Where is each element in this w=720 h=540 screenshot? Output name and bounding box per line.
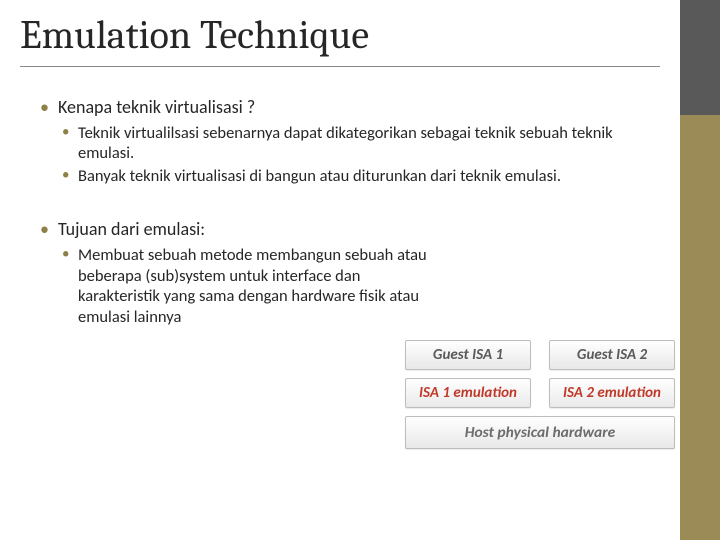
section2-heading: Tujuan dari emulasi: <box>58 218 205 240</box>
section2-item-0: Membuat sebuah metode membangun sebuah a… <box>78 245 427 327</box>
side-accent-stripe <box>680 0 720 540</box>
title-underline <box>20 66 660 67</box>
bullet-level1: Kenapa teknik virtualisasi ? <box>40 96 660 119</box>
bullet-level2: Membuat sebuah metode membangun sebuah a… <box>40 245 428 328</box>
slide-title: Emulation Technique <box>20 12 369 58</box>
diagram-box-guest-isa-1: Guest ISA 1 <box>405 340 531 370</box>
diagram-box-isa-2-emulation: ISA 2 emulation <box>549 378 675 408</box>
bullet-level2: Banyak teknik virtualisasi di bangun ata… <box>40 166 660 187</box>
diagram-box-isa-1-emulation: ISA 1 emulation <box>405 378 531 408</box>
section1-item-1: Banyak teknik virtualisasi di bangun ata… <box>78 166 561 186</box>
section1-item-0: Teknik virtualilsasi sebenarnya dapat di… <box>78 123 613 164</box>
isa-emulation-diagram: Guest ISA 1 Guest ISA 2 ISA 1 emulation … <box>405 340 675 449</box>
bullet-level1: Tujuan dari emulasi: <box>40 218 660 241</box>
slide-body: Kenapa teknik virtualisasi ? Teknik virt… <box>40 96 660 339</box>
section1-heading: Kenapa teknik virtualisasi ? <box>58 96 255 118</box>
diagram-box-host-hardware: Host physical hardware <box>405 416 675 449</box>
bullet-level2: Teknik virtualilsasi sebenarnya dapat di… <box>40 123 660 164</box>
diagram-box-guest-isa-2: Guest ISA 2 <box>549 340 675 370</box>
